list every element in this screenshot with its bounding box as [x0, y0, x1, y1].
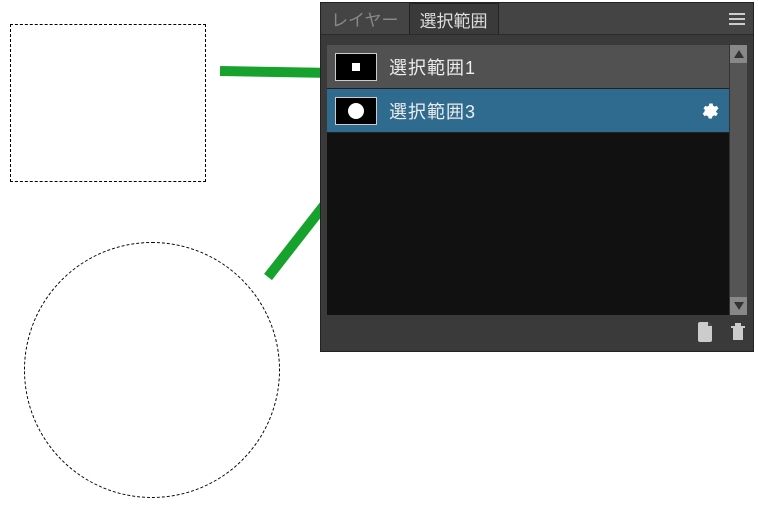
panel-scrollbar[interactable] [729, 45, 747, 315]
scroll-down-button[interactable] [730, 297, 747, 315]
panel-footer [697, 319, 747, 345]
gear-icon [699, 101, 719, 121]
square-shape-icon [352, 63, 360, 71]
selection-settings-button[interactable] [699, 101, 719, 121]
selection-thumbnail [335, 53, 377, 81]
delete-selection-button[interactable] [729, 322, 747, 342]
selection-list: 選択範囲1 選択範囲3 [327, 45, 729, 315]
new-selection-button[interactable] [697, 322, 715, 342]
circle-shape-icon [348, 103, 364, 119]
panel-menu-button[interactable] [729, 3, 745, 34]
tab-layers[interactable]: レイヤー [321, 3, 409, 34]
circle-selection-marquee [24, 242, 280, 498]
new-selection-icon [697, 322, 715, 342]
selection-panel: レイヤー 選択範囲 選択範囲1 選択範囲3 [320, 2, 754, 352]
selection-label: 選択範囲3 [389, 98, 476, 124]
selection-label: 選択範囲1 [389, 54, 476, 80]
square-selection-marquee [10, 24, 206, 182]
menu-icon [729, 13, 745, 25]
selection-thumbnail [335, 97, 377, 125]
panel-body: 選択範囲1 選択範囲3 [321, 35, 753, 351]
selection-row-active[interactable]: 選択範囲3 [327, 89, 729, 133]
trash-icon [729, 322, 747, 342]
scroll-up-button[interactable] [730, 45, 747, 63]
panel-tab-bar: レイヤー 選択範囲 [321, 3, 753, 35]
selection-row[interactable]: 選択範囲1 [327, 45, 729, 89]
scroll-down-icon [734, 302, 744, 310]
tab-selection[interactable]: 選択範囲 [409, 3, 499, 34]
scroll-up-icon [734, 50, 744, 58]
